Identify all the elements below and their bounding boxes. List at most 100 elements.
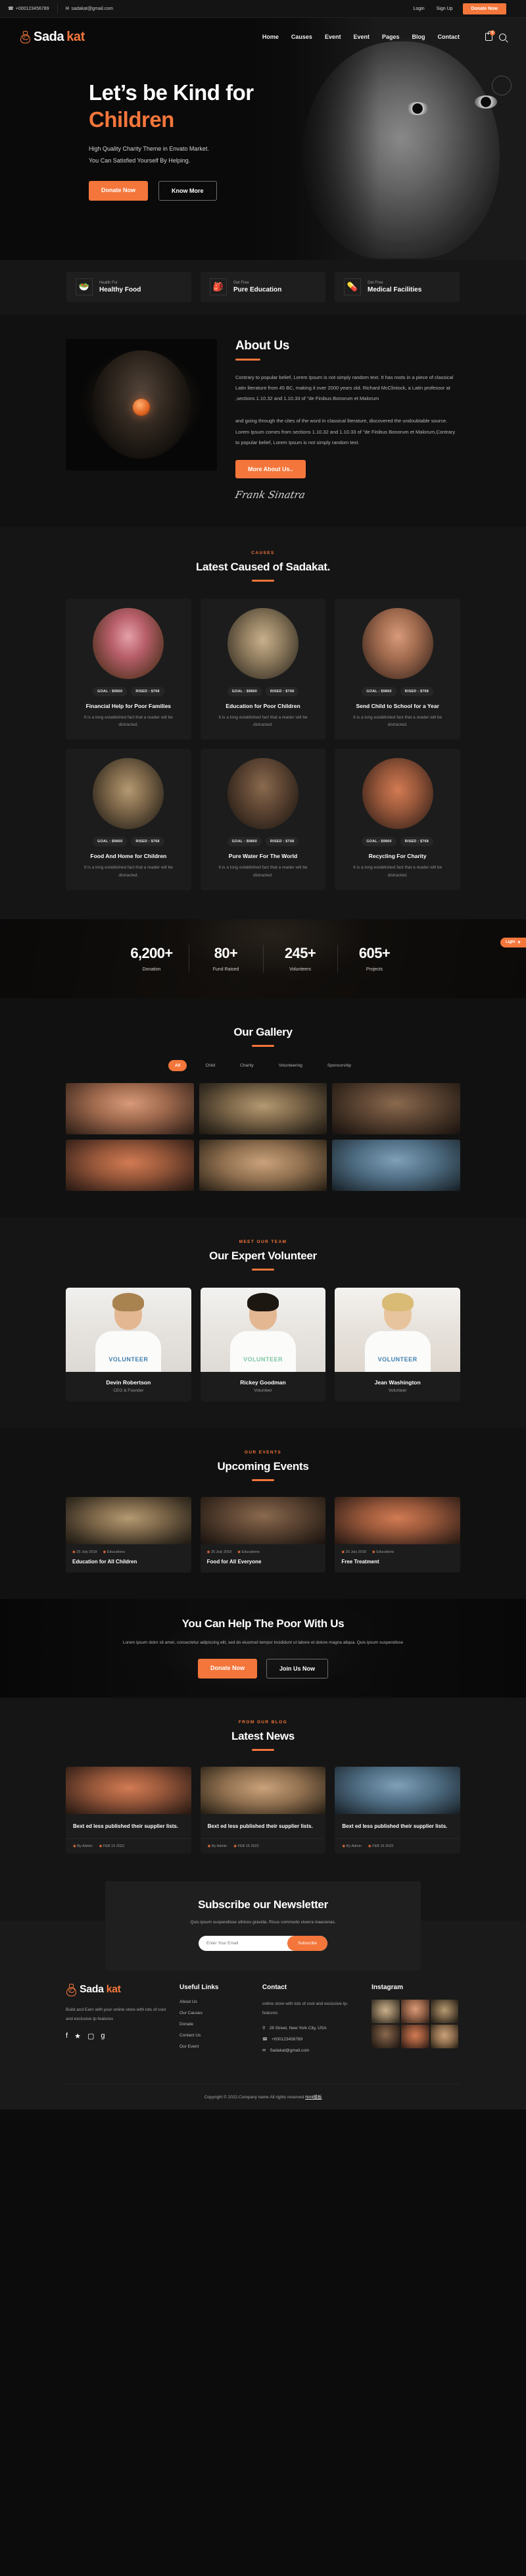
event-author: ◉ Educations [103, 1550, 126, 1554]
blog-post-date: ◉ FEB 15 2022 [233, 1844, 259, 1848]
coin-highlight-icon [133, 399, 150, 416]
instagram-icon[interactable]: ▢ [87, 2032, 94, 2040]
hero-subtitle-2: You Can Satisfied Yourself By Helping. [89, 157, 191, 164]
nav-item-home[interactable]: Home [262, 34, 279, 40]
hero-donate-button[interactable]: Donate Now [89, 180, 149, 201]
light-mode-toggle[interactable]: Light ☀ [500, 937, 526, 947]
event-card[interactable]: ◉ 25 July 2018 ◉ Educations Free Treatment [335, 1496, 460, 1573]
about-more-button[interactable]: More About Us.. [235, 459, 306, 478]
page-root: ☎ +000123456789 ✉ sadakat@gmail.com Logi… [0, 0, 526, 2110]
stat-number: 605+ [358, 945, 391, 961]
phone-icon: ☎ [8, 6, 14, 11]
feature-card-healthy-food[interactable]: 🥗 Health For Healthy Food [66, 272, 191, 302]
hero-subtitle: High Quality Charity Theme in Envato Mar… [89, 143, 526, 166]
gallery-filter-child[interactable]: Child [199, 1060, 222, 1071]
cause-card[interactable]: GOAL : $9860 RISED : $768 Financial Help f… [66, 598, 191, 740]
hero-next-slide-button[interactable] [492, 76, 512, 95]
search-icon[interactable] [499, 33, 506, 41]
instagram-thumbnail[interactable] [430, 2024, 459, 2048]
hero-section: Sada kat Home Causes Event Event Pages Bl… [0, 18, 526, 260]
footer-link[interactable]: About Us [179, 2000, 251, 2004]
newsletter-subscribe-button[interactable]: Subscribe [287, 1935, 327, 1951]
donate-now-button-top[interactable]: Donate Now [462, 3, 506, 14]
hero-buttons: Donate Now Know More [89, 180, 526, 201]
footer-link[interactable]: Contact Us [179, 2033, 251, 2038]
cause-rised-badge: RISED : $768 [131, 837, 164, 847]
gallery-filter-all[interactable]: All [168, 1059, 187, 1071]
topbar-phone[interactable]: ☎ +000123456789 [0, 0, 57, 18]
copyright-link[interactable]: html模板 [305, 2095, 322, 2100]
footer-phone[interactable]: ☎ +000123456789 [262, 2036, 360, 2042]
instagram-thumbnail[interactable] [400, 1999, 429, 2023]
cause-description: It is a long established fact that a rea… [218, 865, 308, 878]
divider [262, 944, 264, 972]
footer-logo[interactable]: Sada kat [66, 1983, 168, 1996]
feature-card-medical-facilities[interactable]: 💊 Get Free Medical Facilities [335, 272, 460, 302]
team-member-card[interactable]: VOLUNTEER Devin Robertson CEO & Founder [66, 1287, 191, 1402]
nav-item-blog[interactable]: Blog [412, 34, 425, 40]
hero-subtitle-1: High Quality Charity Theme in Envato Mar… [89, 145, 209, 152]
nav-item-contact[interactable]: Contact [438, 34, 460, 40]
shopping-cart-icon[interactable]: 0 [485, 30, 495, 41]
footer-link[interactable]: Our Causes [179, 2011, 251, 2015]
blog-post-card[interactable]: Bext ed less published their supplier li… [335, 1766, 460, 1854]
gallery-item[interactable] [199, 1139, 327, 1191]
gallery-item[interactable] [199, 1082, 327, 1134]
newsletter-email-input[interactable] [206, 1940, 288, 1946]
gallery-filter-charity[interactable]: Charity [233, 1060, 260, 1071]
cause-title: Pure Water For The World [228, 853, 298, 860]
footer-link[interactable]: Our Event [179, 2044, 251, 2049]
gallery-title: Our Gallery [233, 1025, 293, 1038]
stat-number: 80+ [214, 945, 238, 961]
newsletter-form: Subscribe [199, 1935, 327, 1951]
event-card[interactable]: ◉ 25 July 2018 ◉ Educations Education for … [66, 1496, 191, 1573]
gallery-item[interactable] [66, 1139, 194, 1191]
twitter-icon[interactable]: ★ [74, 2032, 81, 2040]
cause-card[interactable]: GOAL : $9860 RISED : $768 Food And Home fo… [66, 749, 191, 890]
google-plus-icon[interactable]: g [101, 2032, 105, 2040]
cta-donate-button[interactable]: Donate Now [197, 1659, 257, 1679]
cause-card[interactable]: GOAL : $9860 RISED : $768 Send Child to Sc… [335, 598, 460, 740]
footer-about-text: Build and Earn with your online store wi… [66, 2007, 166, 2021]
blog-post-card[interactable]: Bext ed less published their supplier li… [66, 1766, 191, 1854]
cause-card[interactable]: GOAL : $9860 RISED : $768 Education for Po… [200, 598, 326, 740]
nav-item-pages[interactable]: Pages [382, 34, 400, 40]
hero-know-more-button[interactable]: Know More [158, 180, 217, 201]
login-link[interactable]: Login [408, 7, 431, 11]
event-date: ◉ 25 July 2018 [72, 1550, 97, 1554]
nav-item-event-2[interactable]: Event [353, 34, 370, 40]
topbar-email[interactable]: ✉ sadakat@gmail.com [58, 0, 121, 18]
cta-join-button[interactable]: Join Us Now [266, 1659, 329, 1679]
team-member-role: Volunteer [388, 1388, 407, 1393]
stat-number: 6,200+ [130, 945, 173, 961]
instagram-thumbnail[interactable] [400, 2024, 429, 2048]
signup-link[interactable]: Sign Up [431, 7, 459, 11]
gallery-item[interactable] [332, 1139, 460, 1191]
gallery-item[interactable] [332, 1082, 460, 1134]
footer-links-list: About Us Our Causes Donate Contact Us Our Ev… [179, 2000, 251, 2049]
nav-item-causes[interactable]: Causes [291, 34, 312, 40]
facebook-icon[interactable]: f [66, 2032, 68, 2040]
feature-card-pure-education[interactable]: 🎒 Get Free Pure Education [201, 272, 325, 302]
title-underline [252, 1044, 274, 1047]
site-logo[interactable]: Sada kat [20, 30, 85, 45]
gallery-filter-sponsorship[interactable]: Sponsorship [321, 1060, 358, 1071]
instagram-thumbnail[interactable] [371, 1999, 400, 2023]
blog-title: Latest News [231, 1729, 295, 1742]
instagram-thumbnail[interactable] [371, 2024, 400, 2048]
hero-content: Let’s be Kind for Children High Quality … [0, 56, 526, 201]
footer-link[interactable]: Donate [179, 2022, 251, 2027]
footer-email[interactable]: ✉ Sadakat@gmail.com [262, 2048, 360, 2054]
cause-goal-badge: GOAL : $9860 [227, 686, 262, 696]
cause-card[interactable]: GOAL : $9860 RISED : $768 Recycling For Ch… [335, 749, 460, 890]
event-card[interactable]: ◉ 25 July 2018 ◉ Educations Food for All E… [200, 1496, 326, 1573]
blog-post-card[interactable]: Bext ed less published their supplier li… [200, 1766, 326, 1854]
gallery-filter-volunteering[interactable]: Volunteering [272, 1060, 309, 1071]
gallery-item[interactable] [66, 1082, 194, 1134]
team-member-card[interactable]: VOLUNTEER Jean Washington Volunteer [335, 1287, 460, 1402]
nav-item-event[interactable]: Event [325, 34, 341, 40]
cause-card[interactable]: GOAL : $9860 RISED : $768 Pure Water For T… [200, 749, 326, 890]
instagram-thumbnail[interactable] [430, 1999, 459, 2023]
team-member-card[interactable]: VOLUNTEER Rickey Goodman Volunteer [200, 1287, 326, 1402]
footer-links-title: Useful Links [179, 1983, 219, 1991]
